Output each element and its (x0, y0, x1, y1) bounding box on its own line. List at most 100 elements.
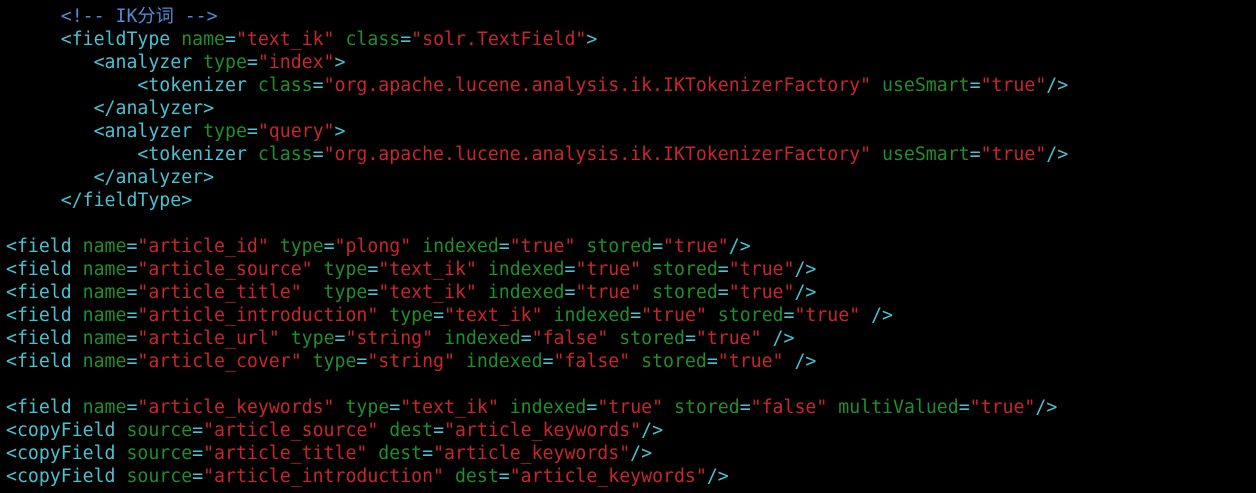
code-tag: /> (794, 259, 817, 280)
code-comment: <!-- IK分词 --> (6, 6, 218, 27)
code-tag: <analyzer (6, 52, 193, 73)
code-attribute: multiValued (827, 397, 959, 418)
code-punctuation: = (356, 351, 368, 372)
code-tag: <tokenizer (6, 144, 247, 165)
code-punctuation: = (652, 236, 664, 257)
code-punctuation: = (969, 144, 981, 165)
code-line: <field name="article_keywords" type="tex… (0, 396, 1256, 419)
code-punctuation: = (564, 282, 576, 303)
code-line: <field name="article_cover" type="string… (0, 350, 1256, 373)
code-tag: /> (706, 466, 729, 487)
code-value: "true" (597, 397, 664, 418)
code-punctuation: = (684, 328, 696, 349)
code-line: <copyField source="article_source" dest=… (0, 419, 1256, 442)
code-punctuation: = (389, 397, 401, 418)
code-tag: <copyField (6, 443, 116, 464)
code-value: "string" (367, 351, 455, 372)
code-tag: <analyzer (6, 121, 193, 142)
code-attribute: useSmart (871, 75, 970, 96)
code-attribute: useSmart (871, 144, 970, 165)
code-value: "true" (575, 259, 642, 280)
code-punctuation: = (717, 282, 729, 303)
code-attribute: indexed (476, 259, 565, 280)
code-tag: <field (6, 328, 72, 349)
code-attribute: stored (706, 305, 784, 326)
code-punctuation: = (498, 466, 510, 487)
code-attribute: dest (444, 466, 499, 487)
code-attribute: stored (641, 259, 718, 280)
code-value: "article_introduction" (203, 466, 445, 487)
code-punctuation: = (126, 236, 138, 257)
code-value: "article_cover" (137, 351, 302, 372)
code-tag: </fieldType> (6, 190, 193, 211)
code-tag: /> (860, 305, 894, 326)
code-punctuation: = (564, 259, 576, 280)
code-punctuation: = (246, 52, 258, 73)
code-tag: <field (6, 236, 72, 257)
code-punctuation: = (586, 397, 598, 418)
code-punctuation: = (422, 443, 434, 464)
code-value: "false" (750, 397, 828, 418)
code-line: <copyField source="article_introduction"… (0, 465, 1256, 488)
code-line: <field name="article_id" type="plong" in… (0, 235, 1256, 258)
code-attribute: name (71, 259, 127, 280)
code-line: <field name="article_introduction" type=… (0, 304, 1256, 327)
code-value: "article_keywords" (444, 420, 642, 441)
code-value: "true" (728, 282, 795, 303)
code-punctuation: = (192, 443, 204, 464)
code-punctuation: = (520, 328, 532, 349)
code-punctuation: = (717, 259, 729, 280)
code-value: "article_source" (203, 420, 379, 441)
code-tag: /> (783, 351, 817, 372)
code-tag: /> (1046, 144, 1069, 165)
code-value: "true" (695, 328, 762, 349)
code-value: "false" (553, 351, 631, 372)
code-punctuation: = (126, 305, 138, 326)
code-line: <field name="article_source" type="text_… (0, 258, 1256, 281)
code-attribute: type (334, 397, 390, 418)
code-attribute: name (71, 305, 127, 326)
code-value: "true" (794, 305, 861, 326)
code-value: "true" (980, 144, 1047, 165)
code-attribute: stored (575, 236, 653, 257)
code-attribute: source (115, 466, 193, 487)
code-value: "solr.TextField" (411, 29, 587, 50)
code-attribute: dest (367, 443, 423, 464)
code-attribute: name (71, 328, 127, 349)
code-attribute: type (378, 305, 434, 326)
code-line: </fieldType> (0, 189, 1256, 212)
code-punctuation: = (783, 305, 795, 326)
code-punctuation: = (126, 397, 138, 418)
code-punctuation: = (367, 259, 379, 280)
code-value: "false" (531, 328, 609, 349)
code-attribute: type (301, 351, 357, 372)
code-line: <fieldType name="text_ik" class="solr.Te… (0, 28, 1256, 51)
code-line: <tokenizer class="org.apache.lucene.anal… (0, 143, 1256, 166)
code-tag: <fieldType (6, 29, 171, 50)
code-value: "org.apache.lucene.analysis.ik.IKTokeniz… (323, 144, 872, 165)
code-line: <copyField source="article_title" dest="… (0, 442, 1256, 465)
code-tag: /> (630, 443, 653, 464)
code-attribute: indexed (433, 328, 521, 349)
code-line: <field name="article_title" type="text_i… (0, 281, 1256, 304)
code-punctuation: = (706, 351, 718, 372)
code-punctuation: = (958, 397, 970, 418)
code-attribute: name (170, 29, 225, 50)
code-tag: </analyzer> (6, 167, 215, 188)
code-line: <analyzer type="query"> (0, 120, 1256, 143)
code-attribute: type (192, 121, 247, 142)
code-value: "org.apache.lucene.analysis.ik.IKTokeniz… (323, 75, 872, 96)
code-punctuation: = (542, 351, 554, 372)
code-punctuation: = (400, 29, 412, 50)
code-value: "true" (509, 236, 576, 257)
code-attribute: name (71, 236, 127, 257)
code-punctuation: = (433, 305, 445, 326)
code-value: "article_id" (137, 236, 269, 257)
code-value: "true" (663, 236, 729, 257)
code-attribute: name (71, 397, 127, 418)
code-tag: <field (6, 351, 72, 372)
code-attribute: type (268, 236, 324, 257)
terminal-editor[interactable]: <!-- IK分词 --> <fieldType name="text_ik" … (0, 0, 1256, 493)
code-value: "query" (257, 121, 335, 142)
code-attribute: stored (608, 328, 685, 349)
